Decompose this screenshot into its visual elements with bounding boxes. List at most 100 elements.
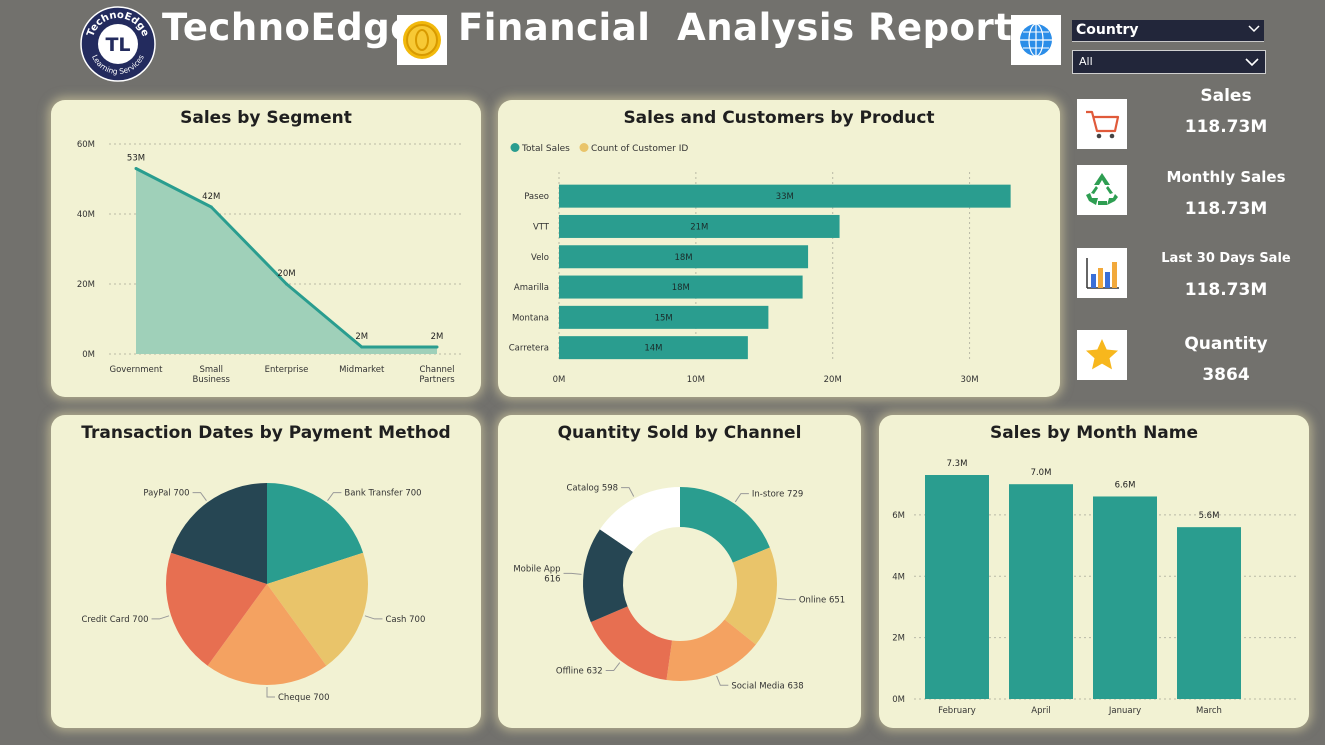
sales-by-product-card: Sales and Customers by Product Total Sal… [498,100,1060,397]
country-filter-select[interactable]: All [1072,50,1266,74]
coin-icon [397,15,447,65]
month-data-label: 7.0M [1031,468,1052,478]
segment-data-label: 42M [202,192,220,202]
chevron-down-icon [1245,58,1259,67]
y-tick-label: 6M [892,511,905,521]
y-tick-label: 60M [77,140,95,150]
segment-category-label: Business [193,375,231,385]
pie-label: Social Media 638 [731,681,803,691]
segment-category-label: Channel [420,365,455,375]
pie-label: Credit Card 700 [81,615,148,625]
product-category-label: Carretera [509,344,549,354]
x-tick-label: 0M [553,375,566,385]
kpi-last30-value: 118.73M [1184,280,1268,300]
segment-data-label: 20M [277,269,295,279]
channel-chart: In-store 729 Online 651 Social Media 638 Of… [513,484,845,692]
globe-icon [1011,15,1061,65]
legend-label: Total Sales [521,144,570,154]
month-data-label: 5.6M [1199,511,1220,521]
segment-data-label: 53M [127,154,145,164]
month-bar [1093,496,1157,699]
pie-label: Cash 700 [385,615,425,625]
segment-area [136,168,437,354]
kpi-monthly-label: Monthly Sales [1166,168,1286,186]
product-category-label: Velo [531,253,549,263]
kpi-last30-label: Last 30 Days Sale [1161,251,1291,266]
pie-leader-line [734,493,749,503]
pie-label: Bank Transfer 700 [344,489,421,499]
country-filter-value: All [1079,55,1093,68]
segment-point [285,282,288,286]
segment-point [134,167,138,170]
segment-point [209,205,213,209]
pie-leader-line [151,615,170,620]
segment-data-label: 2M [431,332,444,342]
kpi-sales-value: 118.73M [1184,117,1268,137]
sales-by-month-chart: 0M 2M 4M 6M 7.3M February 7.0M April 6.6M January… [892,459,1299,716]
pie-label: Cheque 700 [278,693,330,703]
x-tick-label: 30M [960,375,978,385]
segment-category-label: Partners [419,375,455,385]
pie-label: In-store 729 [752,490,803,500]
month-data-label: 6.6M [1115,480,1136,490]
recycle-icon [1077,165,1127,215]
month-category-label: April [1031,706,1050,716]
month-category-label: February [938,706,976,716]
pie-leader-line [563,572,582,575]
month-bar [925,475,989,699]
y-tick-label: 0M [892,695,905,705]
product-data-label: 33M [776,192,794,202]
bar-chart-icon [1077,248,1127,298]
pie-label: Offline 632 [556,667,603,677]
pie-label: Catalog 598 [566,484,618,494]
pie-leader-line [621,487,635,497]
month-category-label: January [1108,706,1141,716]
pie-leader-line [777,597,796,601]
pie-leader-line [716,675,729,686]
star-icon [1077,330,1127,380]
pie-leader-line [266,687,275,698]
segment-category-label: Small [199,365,223,375]
kpi-quantity-value: 3864 [1202,365,1250,385]
product-data-label: 18M [674,253,692,263]
product-category-label: Paseo [524,192,549,202]
month-bar [1177,527,1241,699]
segment-point [360,345,364,349]
segment-point [435,345,439,349]
y-tick-label: 4M [892,572,905,582]
y-tick-label: 2M [892,634,905,644]
kpi-monthly-value: 118.73M [1184,199,1268,219]
pie-slice [590,606,673,681]
pie-leader-line [327,492,342,501]
country-filter-header[interactable]: Country [1072,20,1264,42]
segment-category-label: Government [109,365,163,375]
report-title: Financial Analysis Report [458,6,1013,49]
payment-method-chart: Bank Transfer 700 Cash 700 Cheque 700 Credi… [81,483,425,703]
month-bar [1009,484,1073,699]
kpi-sales-label: Sales [1200,86,1252,106]
pie-label: 616 [544,574,560,584]
product-category-label: VTT [533,222,550,232]
pie-leader-line [605,662,621,672]
segment-category-label: Enterprise [265,365,309,375]
sales-by-segment-chart: 0M 20M 40M 60M 53M Government 42M SmallBusiness… [77,140,463,385]
product-data-label: 21M [690,222,708,232]
country-filter-label: Country [1076,22,1139,38]
month-data-label: 7.3M [947,459,968,469]
sales-by-segment-card: Sales by Segment 0M 20M 40M 60M 53M Governmen… [51,100,481,397]
company-logo: TechnoEdge Learning Services TL [80,6,156,82]
pie-leader-line [364,615,383,620]
product-category-label: Amarilla [514,283,549,293]
shopping-cart-icon [1077,99,1127,149]
brand-name: TechnoEdge [162,6,416,49]
month-category-label: March [1196,706,1222,716]
kpi-quantity-label: Quantity [1184,334,1268,354]
product-data-label: 18M [672,283,690,293]
pie-leader-line [192,492,207,501]
pie-label: Mobile App [513,564,560,574]
legend-marker [510,143,520,152]
pie-label: Online 651 [799,596,845,606]
logo-monogram: TL [105,34,130,56]
y-tick-label: 40M [77,210,95,220]
y-tick-label: 20M [77,280,95,290]
